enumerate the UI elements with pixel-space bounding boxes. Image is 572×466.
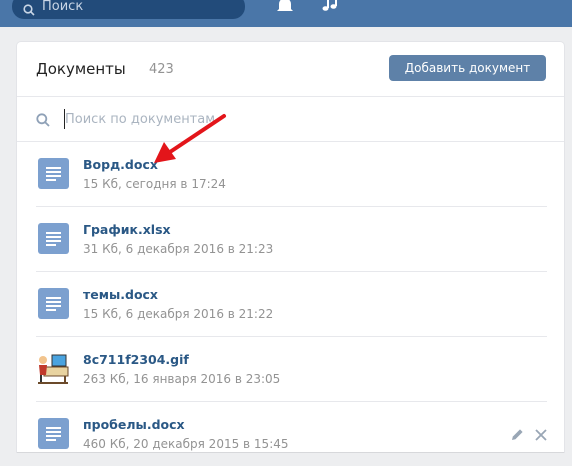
document-meta: 31 Кб, 6 декабря 2016 в 21:23 (83, 242, 274, 256)
document-row[interactable]: пробелы.docx 460 Кб, 20 декабря 2015 в 1… (36, 402, 547, 466)
documents-search-input[interactable] (64, 109, 525, 129)
search-icon (23, 0, 35, 25)
documents-search-bar (17, 97, 564, 142)
document-row[interactable]: Ворд.docx 15 Кб, сегодня в 17:24 (36, 142, 547, 207)
document-row[interactable]: 8c711f2304.gif 263 Кб, 16 января 2016 в … (36, 337, 547, 402)
document-name[interactable]: темы.docx (83, 287, 158, 302)
search-icon (36, 112, 50, 131)
edit-icon[interactable] (511, 426, 524, 445)
document-name[interactable]: Ворд.docx (83, 157, 158, 172)
global-search-input[interactable]: Поиск (12, 0, 245, 19)
document-icon (38, 418, 69, 449)
document-meta: 460 Кб, 20 декабря 2015 в 15:45 (83, 437, 289, 451)
add-document-button[interactable]: Добавить документ (389, 55, 546, 81)
music-icon[interactable] (320, 0, 340, 18)
documents-count: 423 (149, 62, 174, 77)
gif-thumbnail-icon (36, 351, 72, 385)
documents-panel: Документы 423 Добавить документ Ворд.doc… (17, 42, 564, 452)
document-icon (38, 223, 69, 254)
documents-header: Документы 423 Добавить документ (17, 42, 564, 97)
page-title: Документы (36, 60, 126, 78)
document-row[interactable]: темы.docx 15 Кб, 6 декабря 2016 в 21:22 (36, 272, 547, 337)
document-name[interactable]: пробелы.docx (83, 417, 185, 432)
document-name[interactable]: График.xlsx (83, 222, 171, 237)
global-search-placeholder: Поиск (42, 0, 84, 14)
document-meta: 15 Кб, сегодня в 17:24 (83, 177, 226, 191)
document-meta: 263 Кб, 16 января 2016 в 23:05 (83, 372, 281, 386)
document-name[interactable]: 8c711f2304.gif (83, 352, 189, 367)
document-meta: 15 Кб, 6 декабря 2016 в 21:22 (83, 307, 274, 321)
close-icon[interactable] (535, 426, 547, 445)
document-row[interactable]: График.xlsx 31 Кб, 6 декабря 2016 в 21:2… (36, 207, 547, 272)
top-navigation-bar: Поиск (0, 0, 572, 27)
document-icon (38, 288, 69, 319)
documents-list: Ворд.docx 15 Кб, сегодня в 17:24 График.… (17, 142, 564, 466)
document-icon (38, 158, 69, 189)
bell-icon[interactable] (276, 0, 294, 20)
